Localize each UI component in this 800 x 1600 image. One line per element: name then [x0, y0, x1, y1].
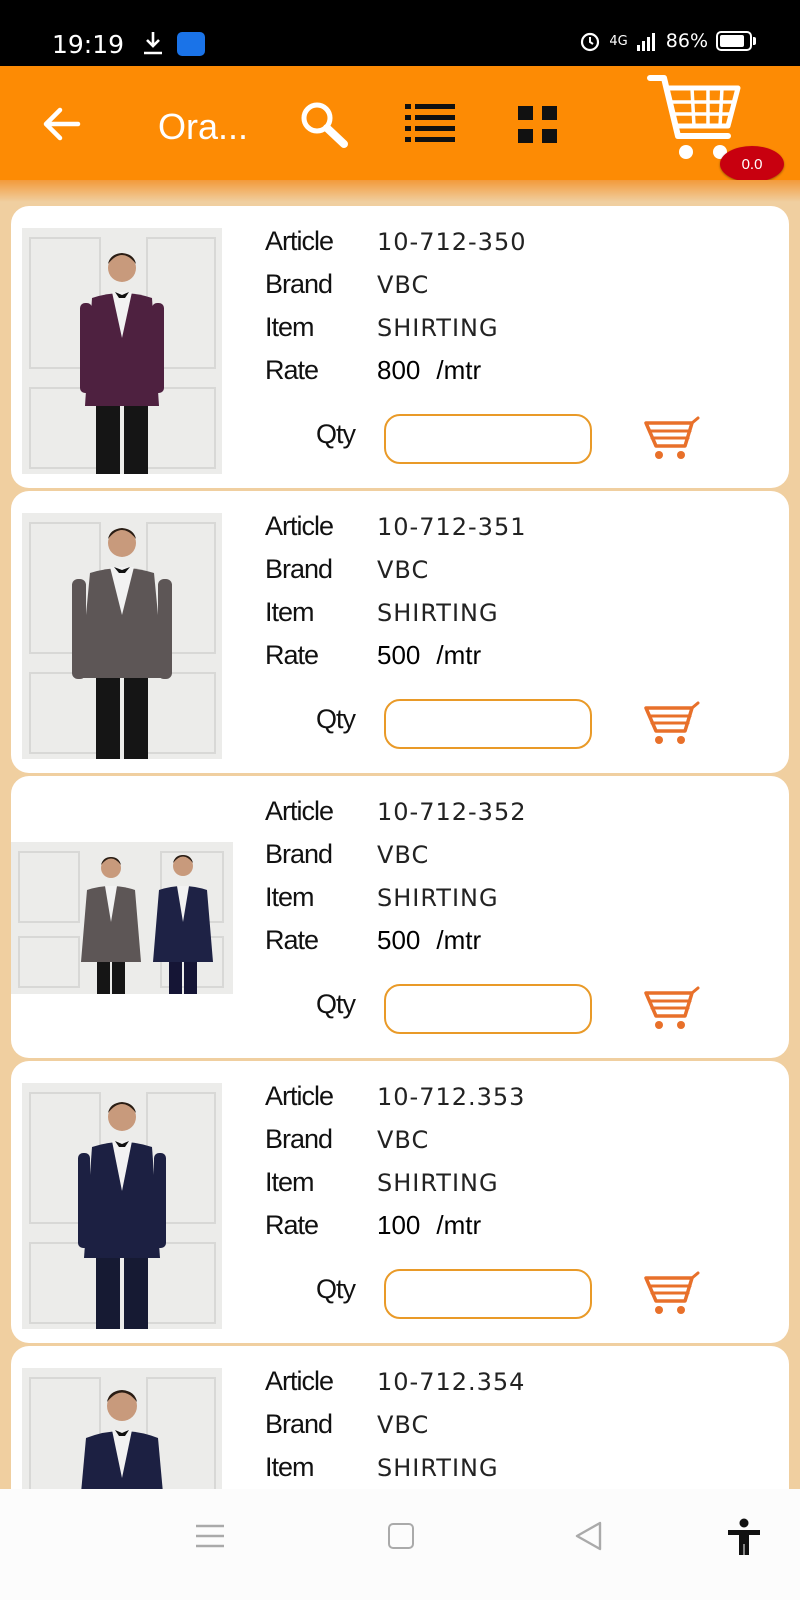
rate-unit: /mtr [436, 925, 482, 955]
product-details: Article 10-712-350 Brand VBC Item SHIRTING … [265, 220, 526, 392]
rate-value: 500 [377, 640, 421, 670]
item-value: SHIRTING [377, 883, 499, 912]
product-photo[interactable] [11, 842, 233, 994]
rate-label: Rate [265, 355, 319, 385]
product-list[interactable]: Article 10-712-350 Brand VBC Item SHIRTING … [0, 205, 800, 1489]
signal-icon [636, 33, 655, 51]
qty-input[interactable] [384, 984, 592, 1034]
cart-total-value: 0.0 [741, 155, 763, 173]
brand-value: VBC [377, 555, 430, 584]
cart-total-badge[interactable]: 0.0 [720, 146, 784, 182]
item-value: SHIRTING [377, 313, 499, 342]
qty-label: Qty [316, 704, 356, 734]
rate-unit: /mtr [436, 355, 482, 385]
article-value: 10-712-352 [377, 797, 527, 826]
rate-label: Rate [265, 925, 319, 955]
product-photo[interactable] [22, 513, 222, 759]
home-icon[interactable] [388, 1523, 414, 1549]
page-title: Ora... [158, 106, 249, 147]
app-bar: Ora... 0.0 [0, 66, 800, 182]
search-icon[interactable] [298, 100, 350, 150]
item-label: Item [265, 1167, 315, 1197]
qty-input[interactable] [384, 699, 592, 749]
product-card[interactable]: Article 10-712.354 Brand VBC Item SHIRTING [11, 1346, 789, 1489]
grid-view-icon[interactable] [518, 106, 558, 144]
notification-app-icon [177, 32, 205, 56]
network-type: 4G [609, 33, 628, 49]
rate-value: 100 [377, 1210, 421, 1240]
item-value: SHIRTING [377, 598, 499, 627]
status-bar: 19:19 4G 86% [0, 0, 800, 66]
product-photo[interactable] [22, 1368, 222, 1489]
alarm-icon [581, 32, 600, 52]
back-arrow-icon[interactable] [40, 102, 84, 146]
item-label: Item [265, 882, 315, 912]
brand-value: VBC [377, 270, 430, 299]
menu-icon[interactable] [194, 1523, 226, 1549]
status-indicators: 4G 86% [579, 30, 756, 52]
qty-input[interactable] [384, 1269, 592, 1319]
article-value: 10-712-351 [377, 512, 527, 541]
product-card[interactable]: Article 10-712-350 Brand VBC Item SHIRTING … [11, 206, 789, 488]
download-icon [144, 32, 162, 55]
product-details: Article 10-712-352 Brand VBC Item SHIRTING … [265, 790, 526, 962]
add-to-cart-icon[interactable] [644, 414, 702, 462]
brand-label: Brand [265, 839, 333, 869]
product-card[interactable]: Article 10-712-352 Brand VBC Item SHIRTING … [11, 776, 789, 1058]
battery-icon [716, 31, 756, 51]
brand-value: VBC [377, 840, 430, 869]
system-nav-bar [0, 1489, 800, 1600]
article-label: Article [265, 511, 334, 541]
brand-label: Brand [265, 554, 333, 584]
status-time: 19:19 [52, 30, 125, 59]
rate-unit: /mtr [436, 640, 482, 670]
brand-label: Brand [265, 1124, 333, 1154]
back-icon[interactable] [573, 1520, 603, 1552]
brand-value: VBC [377, 1125, 430, 1154]
qty-label: Qty [316, 419, 356, 449]
brand-value: VBC [377, 1410, 430, 1439]
product-photo[interactable] [22, 1083, 222, 1329]
app-bar-shadow [0, 180, 800, 202]
item-label: Item [265, 597, 315, 627]
qty-input[interactable] [384, 414, 592, 464]
item-value: SHIRTING [377, 1453, 499, 1482]
item-value: SHIRTING [377, 1168, 499, 1197]
article-label: Article [265, 1081, 334, 1111]
product-photo[interactable] [22, 228, 222, 474]
brand-label: Brand [265, 269, 333, 299]
article-label: Article [265, 226, 334, 256]
rate-label: Rate [265, 1210, 319, 1240]
add-to-cart-icon[interactable] [644, 984, 702, 1032]
brand-label: Brand [265, 1409, 333, 1439]
list-view-icon[interactable] [405, 102, 455, 146]
add-to-cart-icon[interactable] [644, 1269, 702, 1317]
battery-percent: 86% [665, 30, 708, 52]
item-label: Item [265, 312, 315, 342]
article-value: 10-712.354 [377, 1367, 526, 1396]
product-details: Article 10-712.353 Brand VBC Item SHIRTING … [265, 1075, 525, 1247]
product-card[interactable]: Article 10-712.353 Brand VBC Item SHIRTING … [11, 1061, 789, 1343]
product-details: Article 10-712.354 Brand VBC Item SHIRTING [265, 1360, 525, 1489]
article-value: 10-712-350 [377, 227, 527, 256]
add-to-cart-icon[interactable] [644, 699, 702, 747]
qty-label: Qty [316, 989, 356, 1019]
article-label: Article [265, 1366, 334, 1396]
rate-label: Rate [265, 640, 319, 670]
item-label: Item [265, 1452, 315, 1482]
product-card[interactable]: Article 10-712-351 Brand VBC Item SHIRTING … [11, 491, 789, 773]
rate-value: 800 [377, 355, 421, 385]
product-details: Article 10-712-351 Brand VBC Item SHIRTING … [265, 505, 526, 677]
accessibility-icon[interactable] [724, 1517, 764, 1557]
rate-unit: /mtr [436, 1210, 482, 1240]
article-label: Article [265, 796, 334, 826]
article-value: 10-712.353 [377, 1082, 526, 1111]
qty-label: Qty [316, 1274, 356, 1304]
rate-value: 500 [377, 925, 421, 955]
